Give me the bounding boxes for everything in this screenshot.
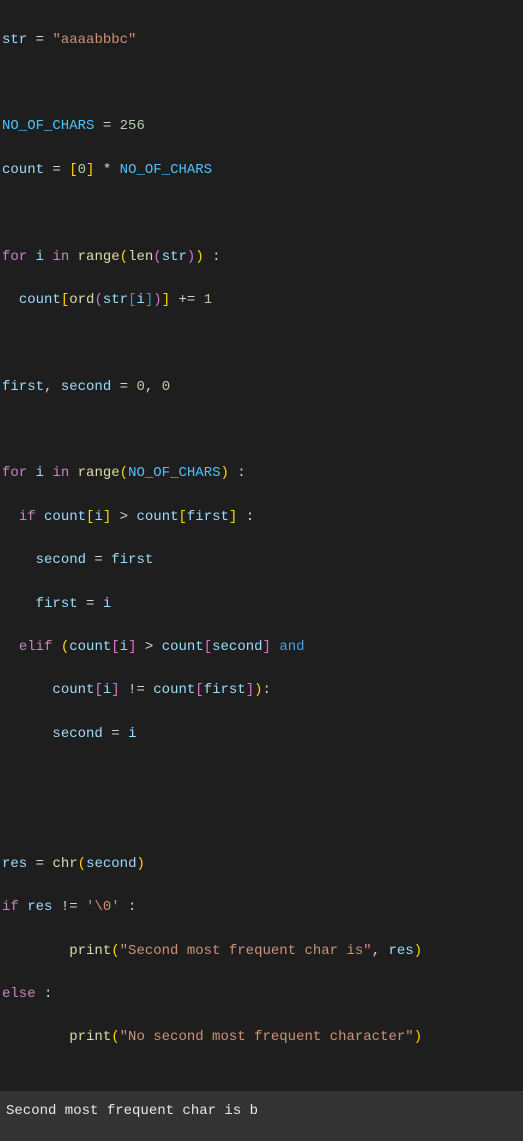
code-line xyxy=(2,767,521,789)
output-text: Second most frequent char is b xyxy=(6,1103,258,1119)
code-line: for i in range(NO_OF_CHARS) : xyxy=(2,463,521,485)
code-line xyxy=(2,810,521,832)
code-line: for i in range(len(str)) : xyxy=(2,247,521,269)
code-line: first, second = 0, 0 xyxy=(2,377,521,399)
code-line: second = i xyxy=(2,724,521,746)
code-line: print("No second most frequent character… xyxy=(2,1027,521,1049)
code-editor[interactable]: str = "aaaabbbc" NO_OF_CHARS = 256 count… xyxy=(0,0,523,1079)
code-line: count[i] != count[first]): xyxy=(2,680,521,702)
code-line: res = chr(second) xyxy=(2,854,521,876)
code-line: if res != '\0' : xyxy=(2,897,521,919)
code-line xyxy=(2,420,521,442)
code-line xyxy=(2,203,521,225)
code-line: count = [0] * NO_OF_CHARS xyxy=(2,160,521,182)
code-line: first = i xyxy=(2,594,521,616)
constant: NO_OF_CHARS xyxy=(2,118,94,134)
code-line xyxy=(2,73,521,95)
code-line xyxy=(2,333,521,355)
keyword: for xyxy=(2,249,27,265)
code-line: second = first xyxy=(2,550,521,572)
variable: count xyxy=(2,162,44,178)
output-panel: Second most frequent char is b xyxy=(0,1091,523,1141)
code-line: NO_OF_CHARS = 256 xyxy=(2,116,521,138)
string-literal: "aaaabbbc" xyxy=(52,32,136,48)
code-line: if count[i] > count[first] : xyxy=(2,507,521,529)
variable: str xyxy=(2,32,27,48)
code-line: elif (count[i] > count[second] and xyxy=(2,637,521,659)
code-line: count[ord(str[i])] += 1 xyxy=(2,290,521,312)
code-line: str = "aaaabbbc" xyxy=(2,30,521,52)
number: 256 xyxy=(120,118,145,134)
code-line: print("Second most frequent char is", re… xyxy=(2,941,521,963)
code-line: else : xyxy=(2,984,521,1006)
